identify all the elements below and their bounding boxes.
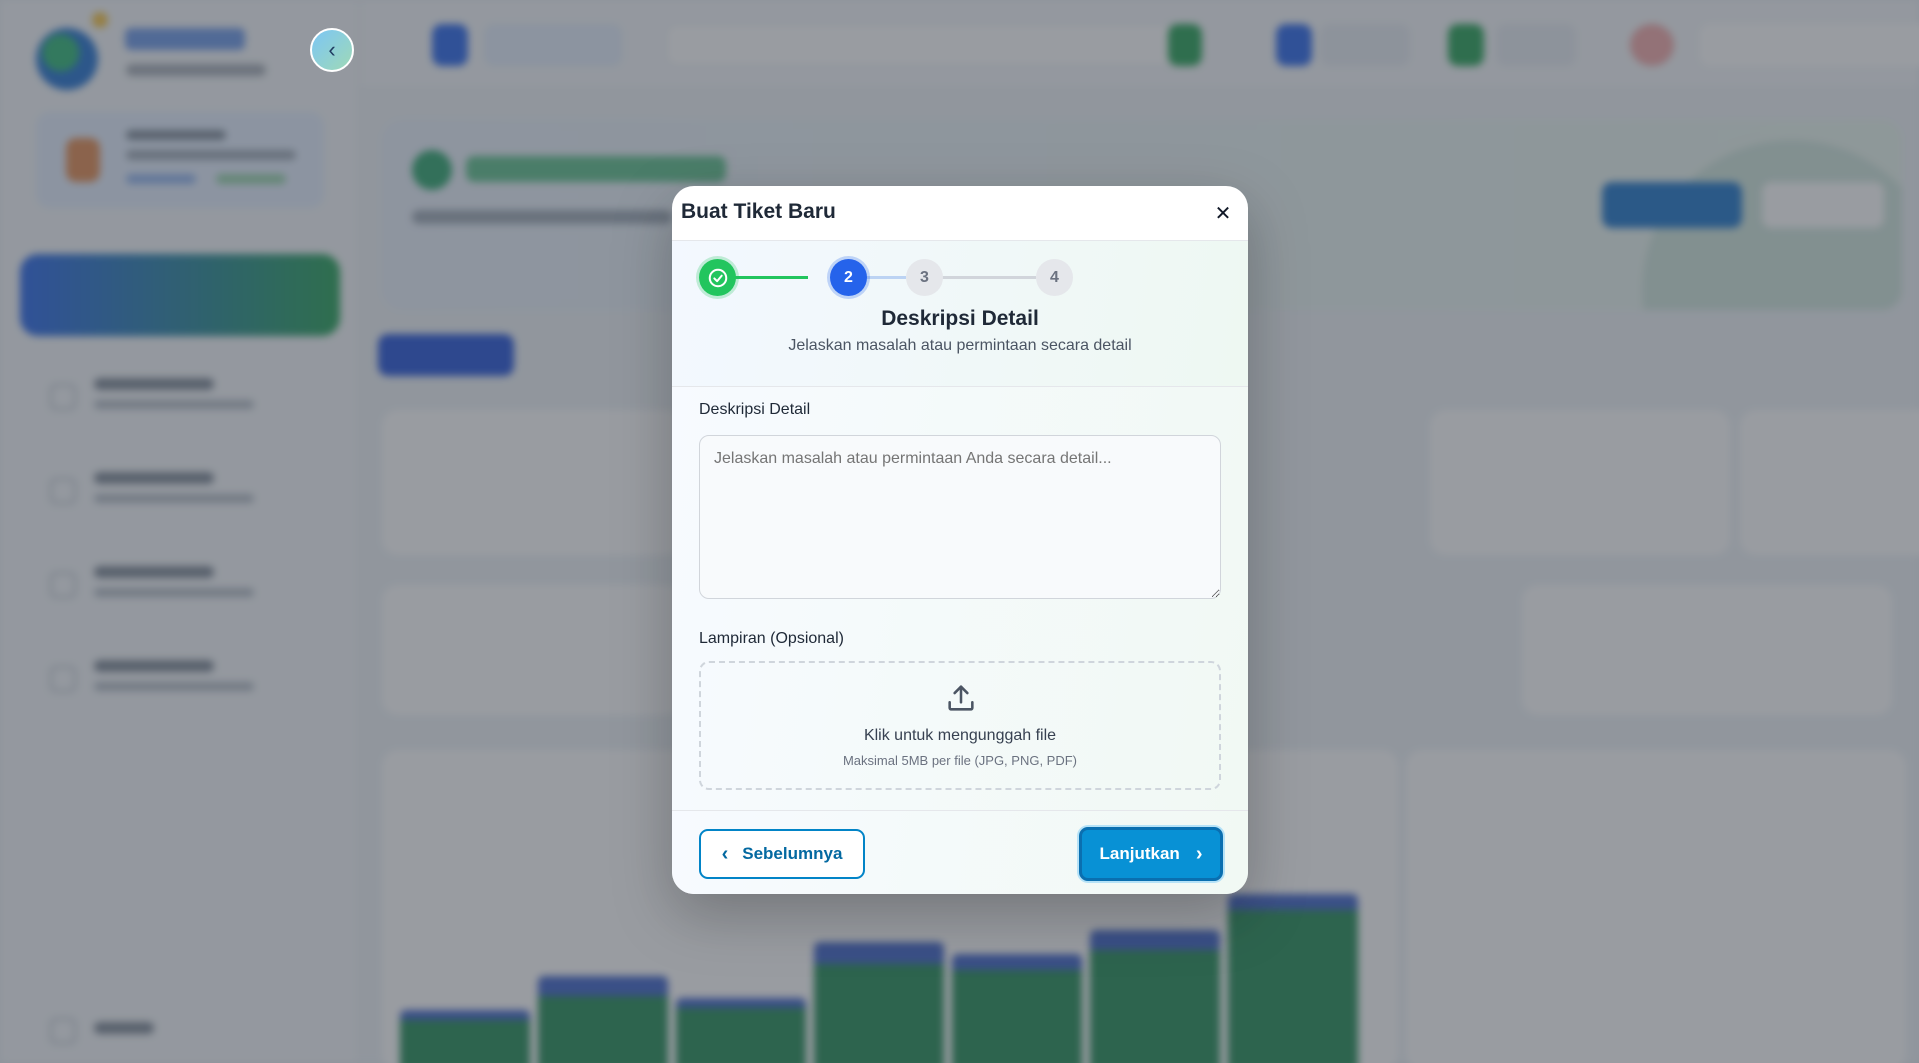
description-textarea[interactable] xyxy=(699,435,1221,599)
close-icon: ✕ xyxy=(1214,202,1232,225)
continue-button[interactable]: Lanjutkan › xyxy=(1079,827,1223,881)
step-2-active: 2 xyxy=(830,259,867,296)
step-connector-done xyxy=(728,276,808,279)
modal-footer: ‹ Sebelumnya Lanjutkan › xyxy=(672,810,1248,894)
upload-prompt: Klik untuk mengunggah file xyxy=(863,727,1057,744)
upload-icon xyxy=(948,685,974,711)
step-4: 4 xyxy=(1036,259,1073,296)
step-connector-pending xyxy=(942,276,1036,279)
file-upload-dropzone[interactable]: Klik untuk mengunggah file Maksimal 5MB … xyxy=(699,661,1221,790)
create-ticket-modal: Buat Tiket Baru ✕ 2 3 4 Deskripsi Detail… xyxy=(672,186,1248,894)
upload-limits: Maksimal 5MB per file (JPG, PNG, PDF) xyxy=(842,753,1078,768)
step-3: 3 xyxy=(906,259,943,296)
chevron-left-icon: ‹ xyxy=(328,37,336,62)
step-subtitle: Jelaskan masalah atau permintaan secara … xyxy=(788,337,1132,354)
modal-title: Buat Tiket Baru xyxy=(681,200,836,223)
chevron-left-icon: ‹ xyxy=(721,843,729,865)
sidebar-collapse-button: ‹ xyxy=(310,28,354,72)
step-title: Deskripsi Detail xyxy=(881,307,1039,330)
modal-body: Deskripsi Detail Lampiran (Opsional) Kli… xyxy=(672,387,1248,810)
continue-button-label: Lanjutkan xyxy=(1099,844,1180,863)
attachment-label: Lampiran (Opsional) xyxy=(699,630,844,647)
previous-button-label: Sebelumnya xyxy=(742,844,843,863)
description-label: Deskripsi Detail xyxy=(699,401,811,418)
stepper: 2 3 4 Deskripsi Detail Jelaskan masalah … xyxy=(672,241,1248,387)
close-button[interactable]: ✕ xyxy=(1210,200,1236,226)
chevron-right-icon: › xyxy=(1195,843,1203,865)
modal-header: Buat Tiket Baru ✕ xyxy=(672,186,1248,241)
step-1-complete xyxy=(699,259,736,296)
check-circle-icon xyxy=(708,268,727,287)
previous-button[interactable]: ‹ Sebelumnya xyxy=(699,829,865,879)
